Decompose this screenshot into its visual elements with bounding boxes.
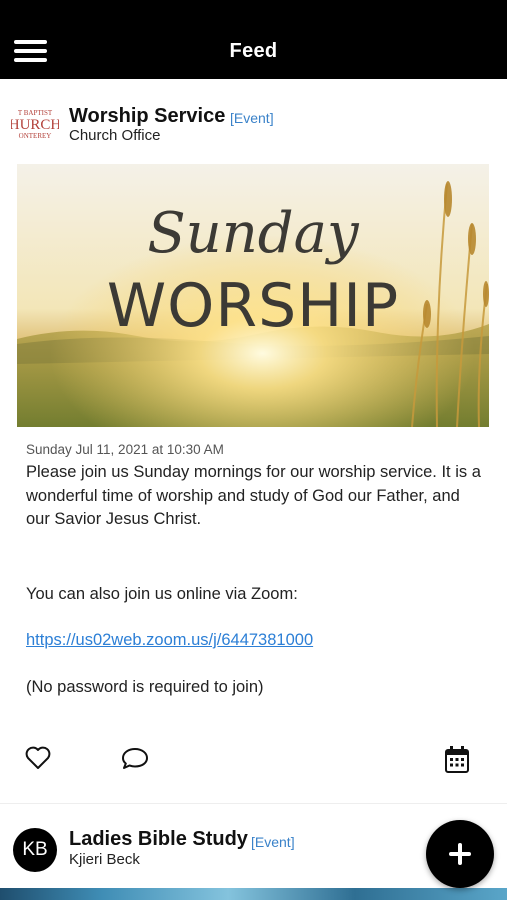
post-divider	[0, 803, 507, 804]
comment-button[interactable]	[120, 744, 150, 776]
post-paragraph: Please join us Sunday mornings for our w…	[26, 463, 481, 528]
add-to-calendar-button[interactable]	[444, 744, 474, 776]
post-title[interactable]: Worship Service	[69, 105, 225, 128]
zoom-link[interactable]: https://us02web.zoom.us/j/6447381000	[26, 631, 313, 649]
event-tag: [Event]	[230, 110, 274, 126]
post-title[interactable]: Ladies Bible Study	[69, 828, 248, 851]
calendar-icon	[445, 746, 469, 773]
event-tag: [Event]	[251, 834, 295, 850]
post-image[interactable]: Sunday WORSHIP	[17, 164, 489, 427]
post-actions	[0, 744, 507, 784]
post-image[interactable]	[0, 888, 507, 900]
comment-icon	[122, 748, 148, 769]
event-date: Sunday Jul 11, 2021 at 10:30 AM	[26, 442, 224, 457]
post-header: T BAPTIST HURCH ONTEREY Worship Service …	[0, 79, 507, 159]
church-logo: T BAPTIST HURCH ONTEREY	[11, 109, 59, 140]
image-title-script: Sunday	[147, 201, 360, 266]
plus-icon-vertical	[458, 843, 462, 865]
top-app-bar: Feed	[0, 0, 507, 79]
post-body: Please join us Sunday mornings for our w…	[26, 461, 488, 699]
post-paragraph: You can also join us online via Zoom:	[26, 584, 298, 603]
avatar[interactable]: KB	[13, 828, 57, 872]
like-button[interactable]	[24, 744, 54, 776]
heart-icon	[25, 746, 51, 769]
page-title: Feed	[229, 40, 278, 62]
logo-line-3: ONTEREY	[19, 132, 52, 140]
post-author: Church Office	[69, 127, 161, 144]
add-post-button[interactable]	[426, 820, 494, 888]
post-author: Kjieri Beck	[69, 851, 140, 868]
image-title-main: WORSHIP	[107, 271, 399, 341]
logo-line-2: HURCH	[11, 117, 59, 133]
logo-line-1: T BAPTIST	[18, 109, 53, 117]
post-paragraph: (No password is required to join)	[26, 677, 264, 696]
